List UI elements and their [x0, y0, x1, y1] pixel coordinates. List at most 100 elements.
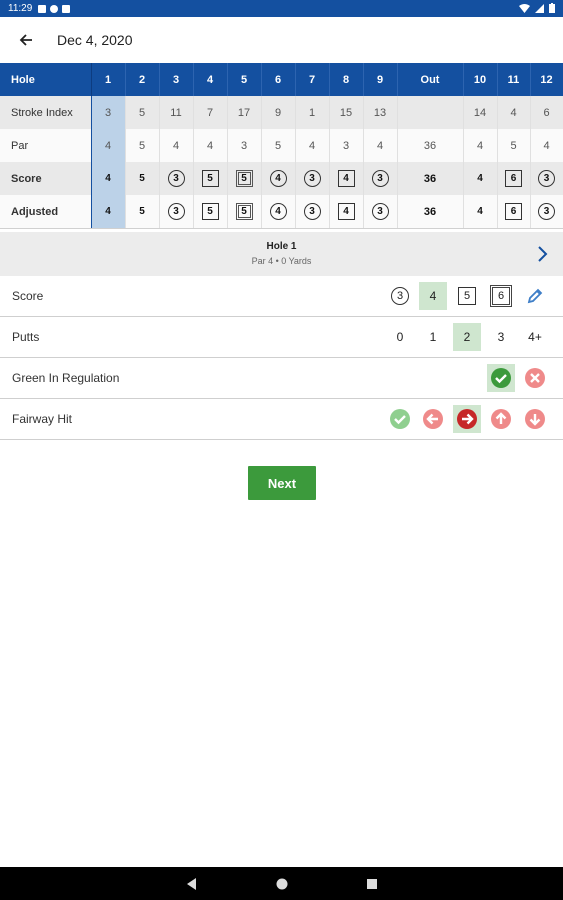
table-cell[interactable]: 5: [125, 195, 160, 229]
score-option-3[interactable]: 3: [386, 282, 414, 310]
table-cell[interactable]: 3: [227, 129, 262, 162]
table-cell: 36: [397, 129, 464, 162]
header-cell[interactable]: 6: [261, 63, 296, 96]
gir-entry-label: Green In Regulation: [12, 371, 120, 385]
table-cell[interactable]: 3: [530, 162, 563, 195]
table-cell[interactable]: 5: [227, 162, 262, 195]
header-cell[interactable]: 3: [159, 63, 194, 96]
table-cell[interactable]: 4: [91, 129, 126, 162]
table-cell[interactable]: 4: [463, 162, 498, 195]
header-cell[interactable]: 11: [497, 63, 531, 96]
chevron-right-icon[interactable]: [533, 245, 551, 263]
edit-score-button[interactable]: [521, 282, 549, 310]
score-option-value: 5: [458, 287, 476, 305]
table-cell[interactable]: 5: [193, 195, 228, 229]
table-cell[interactable]: 3: [363, 195, 398, 229]
table-cell[interactable]: 5: [193, 162, 228, 195]
fairway-right-button[interactable]: [453, 405, 481, 433]
fairway-short-button[interactable]: [521, 405, 549, 433]
header-cell[interactable]: 10: [463, 63, 498, 96]
table-cell[interactable]: 5: [125, 129, 160, 162]
table-cell[interactable]: 4: [193, 129, 228, 162]
score-birdie-circle: 3: [371, 203, 389, 220]
table-cell[interactable]: 4: [329, 195, 364, 229]
table-cell[interactable]: 5: [261, 129, 296, 162]
score-option-6[interactable]: 6: [487, 282, 515, 310]
next-button[interactable]: Next: [248, 466, 316, 500]
putts-option-2[interactable]: 2: [453, 323, 481, 351]
fairway-left-button[interactable]: [419, 405, 447, 433]
table-cell[interactable]: 4: [91, 162, 126, 195]
header-cell[interactable]: 1: [91, 63, 126, 96]
table-cell[interactable]: 3: [91, 96, 126, 129]
score-row: Score 4 5 3 5 5 4 3 4 3 36 4 6 3: [0, 162, 563, 195]
table-cell[interactable]: 13: [363, 96, 398, 129]
nav-recents-icon[interactable]: [364, 876, 380, 892]
table-cell[interactable]: 5: [227, 195, 262, 229]
table-cell[interactable]: 3: [329, 129, 364, 162]
signal-icon: [535, 3, 544, 13]
nav-back-icon[interactable]: [184, 876, 200, 892]
putts-option-value: 3: [497, 330, 505, 344]
gir-yes-button[interactable]: [487, 364, 515, 392]
table-cell[interactable]: 3: [159, 195, 194, 229]
table-cell[interactable]: 7: [193, 96, 228, 129]
app-bar: Dec 4, 2020: [0, 17, 563, 63]
table-cell[interactable]: 4: [159, 129, 194, 162]
table-cell[interactable]: 4: [329, 162, 364, 195]
table-cell[interactable]: 9: [261, 96, 296, 129]
header-cell[interactable]: 4: [193, 63, 228, 96]
table-cell[interactable]: 4: [497, 96, 531, 129]
arrow-down-circle-icon: [525, 409, 545, 429]
scorecard-header-row: Hole 1 2 3 4 5 6 7 8 9 Out 10 11 12: [0, 63, 563, 96]
table-cell[interactable]: 3: [159, 162, 194, 195]
score-option-4[interactable]: 4: [419, 282, 447, 310]
putts-option-3[interactable]: 3: [487, 323, 515, 351]
table-cell[interactable]: 4: [261, 195, 296, 229]
nav-home-icon[interactable]: [274, 876, 290, 892]
putts-option-4plus[interactable]: 4+: [521, 323, 549, 351]
header-cell[interactable]: 9: [363, 63, 398, 96]
stroke-index-row: Stroke Index 3 5 11 7 17 9 1 15 13 14 4 …: [0, 96, 563, 129]
table-cell[interactable]: 6: [530, 96, 563, 129]
header-cell[interactable]: 2: [125, 63, 160, 96]
table-cell[interactable]: 3: [363, 162, 398, 195]
table-cell[interactable]: 14: [463, 96, 498, 129]
gir-no-button[interactable]: [521, 364, 549, 392]
back-button[interactable]: [15, 29, 37, 51]
table-cell[interactable]: 3: [295, 162, 330, 195]
table-cell[interactable]: 4: [463, 195, 498, 229]
header-cell[interactable]: 8: [329, 63, 364, 96]
header-cell[interactable]: 12: [530, 63, 563, 96]
storage-icon: [62, 4, 71, 13]
table-cell[interactable]: 4: [463, 129, 498, 162]
table-cell[interactable]: 5: [125, 162, 160, 195]
table-cell[interactable]: 4: [91, 195, 126, 229]
table-cell[interactable]: 3: [295, 195, 330, 229]
score-bogey-square: 6: [505, 203, 522, 220]
header-cell[interactable]: 5: [227, 63, 262, 96]
header-cell[interactable]: 7: [295, 63, 330, 96]
score-option-5[interactable]: 5: [453, 282, 481, 310]
table-cell[interactable]: 1: [295, 96, 330, 129]
table-cell[interactable]: 11: [159, 96, 194, 129]
fairway-long-button[interactable]: [487, 405, 515, 433]
table-cell[interactable]: 4: [363, 129, 398, 162]
table-cell[interactable]: 4: [530, 129, 563, 162]
table-cell[interactable]: 6: [497, 162, 531, 195]
fairway-hit-button[interactable]: [386, 405, 414, 433]
table-cell[interactable]: 5: [497, 129, 531, 162]
table-cell[interactable]: 5: [125, 96, 160, 129]
table-cell[interactable]: 4: [295, 129, 330, 162]
table-cell[interactable]: 4: [261, 162, 296, 195]
table-cell[interactable]: 6: [497, 195, 531, 229]
table-cell[interactable]: 17: [227, 96, 262, 129]
putts-option-0[interactable]: 0: [386, 323, 414, 351]
table-cell[interactable]: 3: [530, 195, 563, 229]
fairway-entry-row: Fairway Hit: [0, 399, 563, 440]
putts-option-1[interactable]: 1: [419, 323, 447, 351]
check-circle-icon: [390, 409, 410, 429]
table-cell[interactable]: 15: [329, 96, 364, 129]
check-circle-icon: [491, 368, 511, 388]
score-option-value: 6: [490, 285, 512, 307]
